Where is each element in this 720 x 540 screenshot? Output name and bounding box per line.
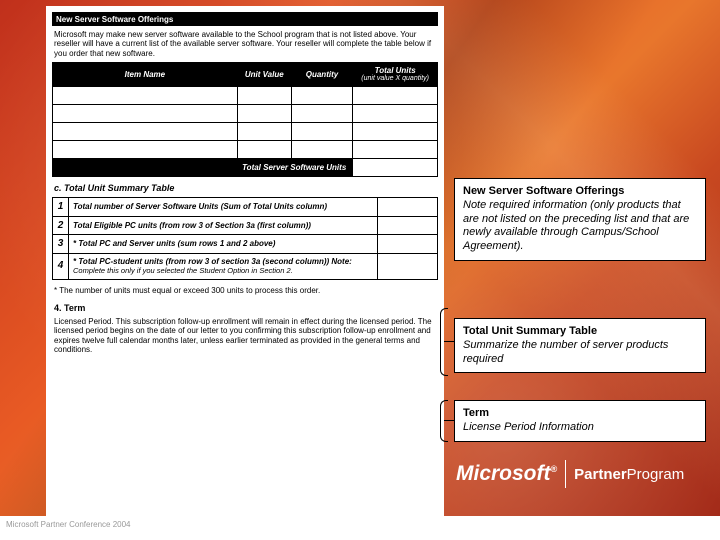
callout-body: Note required information (only products… (463, 199, 697, 254)
units-note: * The number of units must equal or exce… (52, 280, 438, 301)
table-row (53, 122, 438, 140)
th-total: Total Units (375, 66, 416, 75)
microsoft-partner-program-logo: Microsoft® PartnerProgram (456, 460, 684, 488)
callout-term: Term License Period Information (454, 400, 706, 442)
offerings-paragraph: Microsoft may make new server software a… (52, 26, 438, 62)
table-row (53, 140, 438, 158)
callout-body: Summarize the number of server products … (463, 339, 697, 367)
summary-row-3: 3* Total PC and Server units (sum rows 1… (53, 235, 438, 254)
section-header-offerings: New Server Software Offerings (52, 12, 438, 26)
document-page: New Server Software Offerings Microsoft … (46, 6, 444, 516)
summary-table: 1Total number of Server Software Units (… (52, 197, 438, 279)
summary-row-1: 1Total number of Server Software Units (… (53, 198, 438, 217)
summary-row-2: 2Total Eligible PC units (from row 3 of … (53, 216, 438, 235)
summary-row-4: 4* Total PC-student units (from row 3 of… (53, 253, 438, 279)
callout-body: License Period Information (463, 421, 697, 435)
th-quantity: Quantity (306, 70, 338, 79)
brace-icon (440, 400, 448, 442)
callout-title: Total Unit Summary Table (463, 325, 697, 339)
callout-offerings: New Server Software Offerings Note requi… (454, 178, 706, 261)
table-total-row: Total Server Software Units (53, 158, 438, 176)
table-row (53, 86, 438, 104)
th-total-sub: (unit value X quantity) (355, 75, 435, 83)
th-item: Item Name (125, 70, 165, 79)
summary-section-label: c. Total Unit Summary Table (52, 177, 438, 197)
term-body: Licensed Period. This subscription follo… (52, 315, 438, 356)
callout-summary: Total Unit Summary Table Summarize the n… (454, 318, 706, 373)
brace-icon (440, 308, 448, 376)
offerings-table: Item Name Unit Value Quantity Total Unit… (52, 62, 438, 177)
th-unit-value: Unit Value (245, 70, 284, 79)
footer-text: Microsoft Partner Conference 2004 (6, 520, 131, 529)
callout-title: Term (463, 407, 697, 421)
term-header: 4. Term (52, 301, 438, 315)
callout-title: New Server Software Offerings (463, 185, 697, 199)
table-row (53, 104, 438, 122)
